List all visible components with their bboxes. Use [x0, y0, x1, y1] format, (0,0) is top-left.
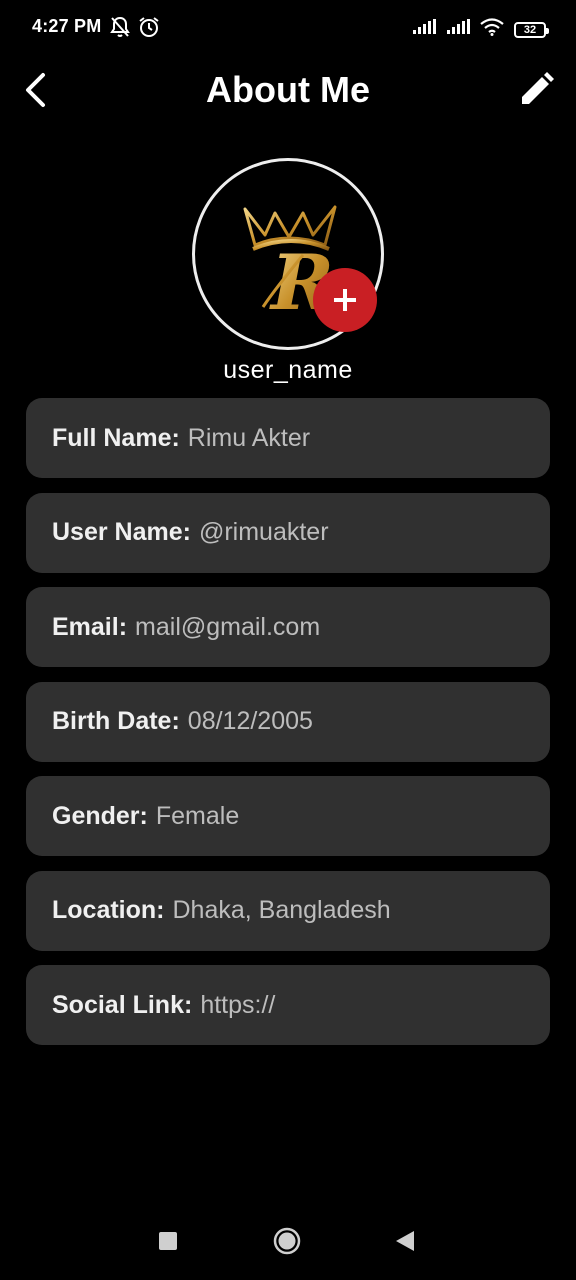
- info-label: Social Link:: [52, 990, 193, 1019]
- info-label: Gender:: [52, 801, 148, 830]
- recents-square-icon[interactable]: [159, 1232, 177, 1250]
- edit-button[interactable]: [514, 68, 558, 112]
- info-value: mail@gmail.com: [135, 612, 321, 641]
- info-label: Location:: [52, 896, 165, 924]
- info-value: https://: [200, 990, 276, 1019]
- info-value: Female: [155, 801, 240, 830]
- info-card-location[interactable]: Location: Dhaka, Bangladesh: [26, 870, 550, 951]
- battery-icon: 32: [514, 21, 549, 38]
- info-label: Full Name:: [52, 423, 180, 452]
- info-card-email[interactable]: Email: mail@gmail.com: [26, 587, 550, 667]
- add-photo-button[interactable]: [313, 268, 377, 332]
- signal-icon: [446, 19, 470, 40]
- status-left-icons: [110, 16, 160, 43]
- wifi-icon: [480, 18, 504, 41]
- battery-level: 32: [523, 23, 537, 36]
- plus-icon: [334, 289, 356, 311]
- info-card-full-name[interactable]: Full Name: Rimu Akter: [26, 398, 550, 478]
- info-label: Birth Date:: [52, 707, 180, 735]
- info-label: Email:: [52, 612, 128, 641]
- signal-icon: [412, 19, 436, 40]
- home-circle-icon[interactable]: [273, 1227, 301, 1255]
- info-label: User Name:: [52, 518, 191, 546]
- system-nav-bar: [0, 1200, 576, 1280]
- info-value: Rimu Akter: [187, 423, 311, 452]
- status-time: 4:27 PM: [32, 16, 102, 36]
- info-list: Full Name: Rimu Akter User Name: @rimuak…: [26, 398, 550, 1060]
- info-value: @rimuakter: [198, 518, 329, 546]
- back-triangle-icon[interactable]: [395, 1230, 415, 1252]
- username: user_name: [223, 356, 353, 384]
- info-card-social-link[interactable]: Social Link: https://: [26, 965, 550, 1045]
- info-card-user-name[interactable]: User Name: @rimuakter: [26, 492, 550, 573]
- info-card-birth-date[interactable]: Birth Date: 08/12/2005: [26, 681, 550, 762]
- app-bar: About Me: [0, 56, 576, 124]
- alarm-icon: [138, 16, 160, 43]
- info-value: 08/12/2005: [187, 707, 313, 735]
- info-value: Dhaka, Bangladesh: [172, 896, 391, 924]
- page-title: About Me: [206, 69, 370, 110]
- info-card-gender[interactable]: Gender: Female: [26, 776, 550, 856]
- pencil-icon: [522, 72, 554, 104]
- avatar-container: R: [192, 158, 384, 350]
- status-right-icons: 32: [412, 18, 549, 41]
- notifications-off-icon: [110, 16, 130, 43]
- status-bar: 4:27 PM 32: [0, 0, 576, 56]
